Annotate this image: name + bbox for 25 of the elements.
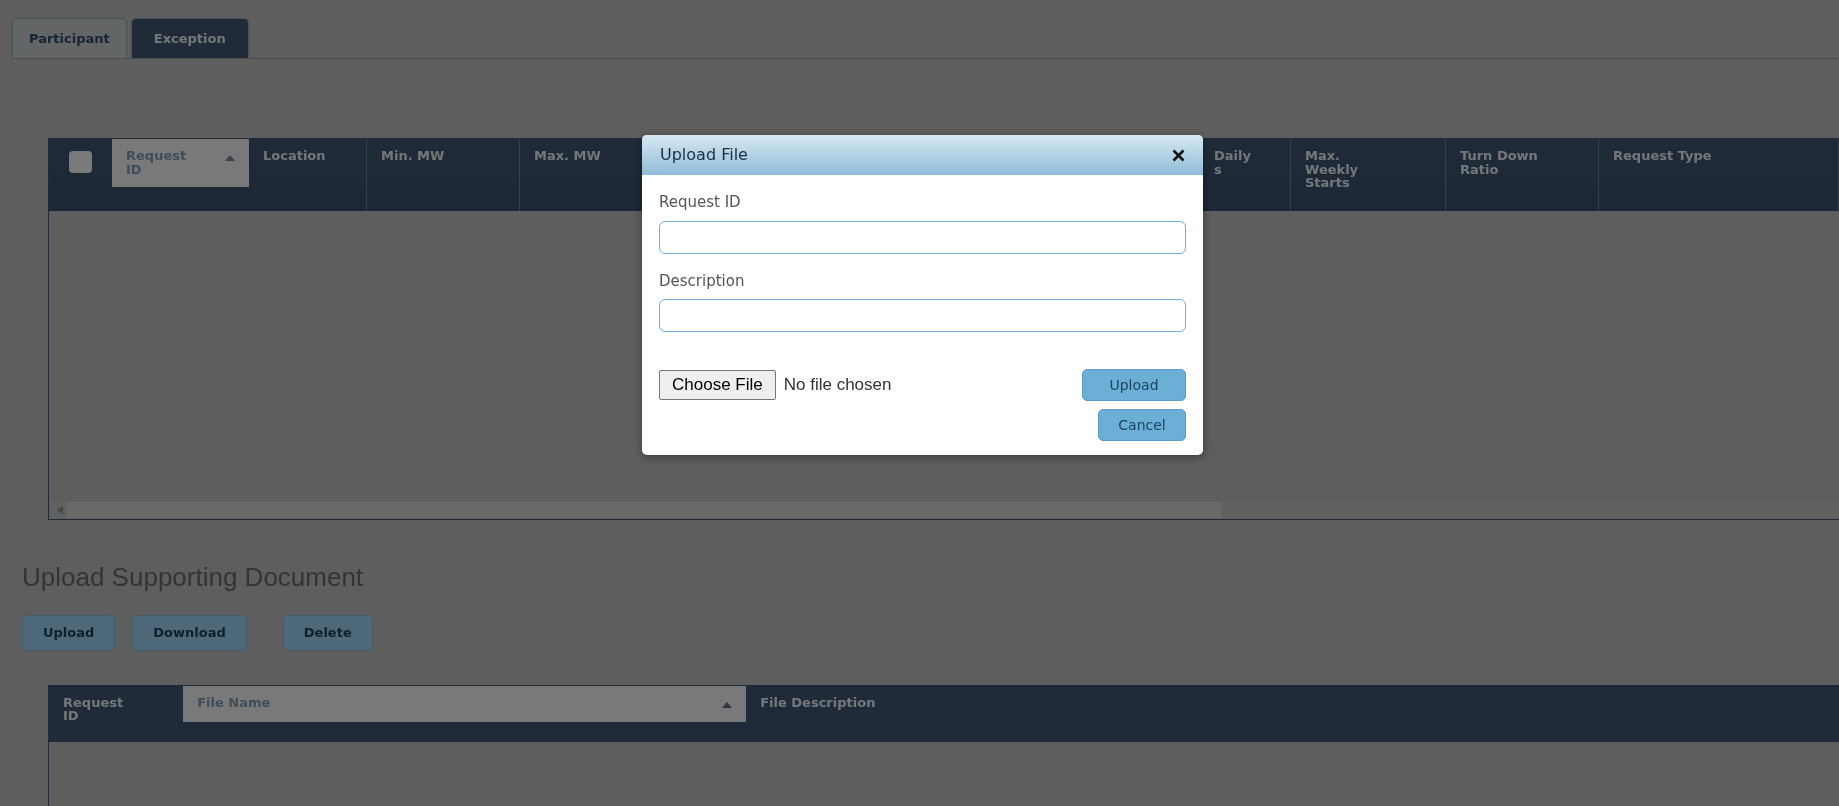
sort-ascending-icon [225, 155, 235, 161]
sort-ascending-icon [722, 701, 733, 708]
file-status: No file chosen [783, 374, 892, 397]
tab[interactable]: Participant [12, 17, 127, 58]
field-label: Description [659, 270, 746, 292]
cancel-button[interactable]: Cancel [1098, 409, 1186, 441]
dialog-title: Upload File [660, 144, 748, 166]
input-field[interactable] [659, 220, 1186, 254]
close-icon[interactable] [1172, 148, 1185, 162]
column-header[interactable]: File Description [746, 685, 1147, 742]
column-header[interactable]: Request ID [49, 685, 184, 742]
field-label: Request ID [659, 192, 742, 213]
choose-file-button[interactable]: Choose File [659, 370, 776, 400]
toolbar-button[interactable]: Upload [22, 615, 116, 651]
toolbar-button[interactable]: Download [132, 615, 247, 651]
select-all-checkbox[interactable] [69, 151, 92, 173]
column-header[interactable]: File Name [183, 685, 747, 722]
toolbar-button[interactable]: Delete [282, 615, 373, 651]
column-header[interactable]: Max. MW [520, 139, 638, 211]
upload-button[interactable]: Upload [1082, 369, 1186, 401]
column-header[interactable]: Request ID [112, 139, 249, 187]
scrollbar-thumb[interactable] [67, 502, 1221, 518]
input-field[interactable] [659, 299, 1186, 332]
tab[interactable]: Exception [130, 17, 249, 58]
scroll-left-icon[interactable] [57, 506, 63, 514]
